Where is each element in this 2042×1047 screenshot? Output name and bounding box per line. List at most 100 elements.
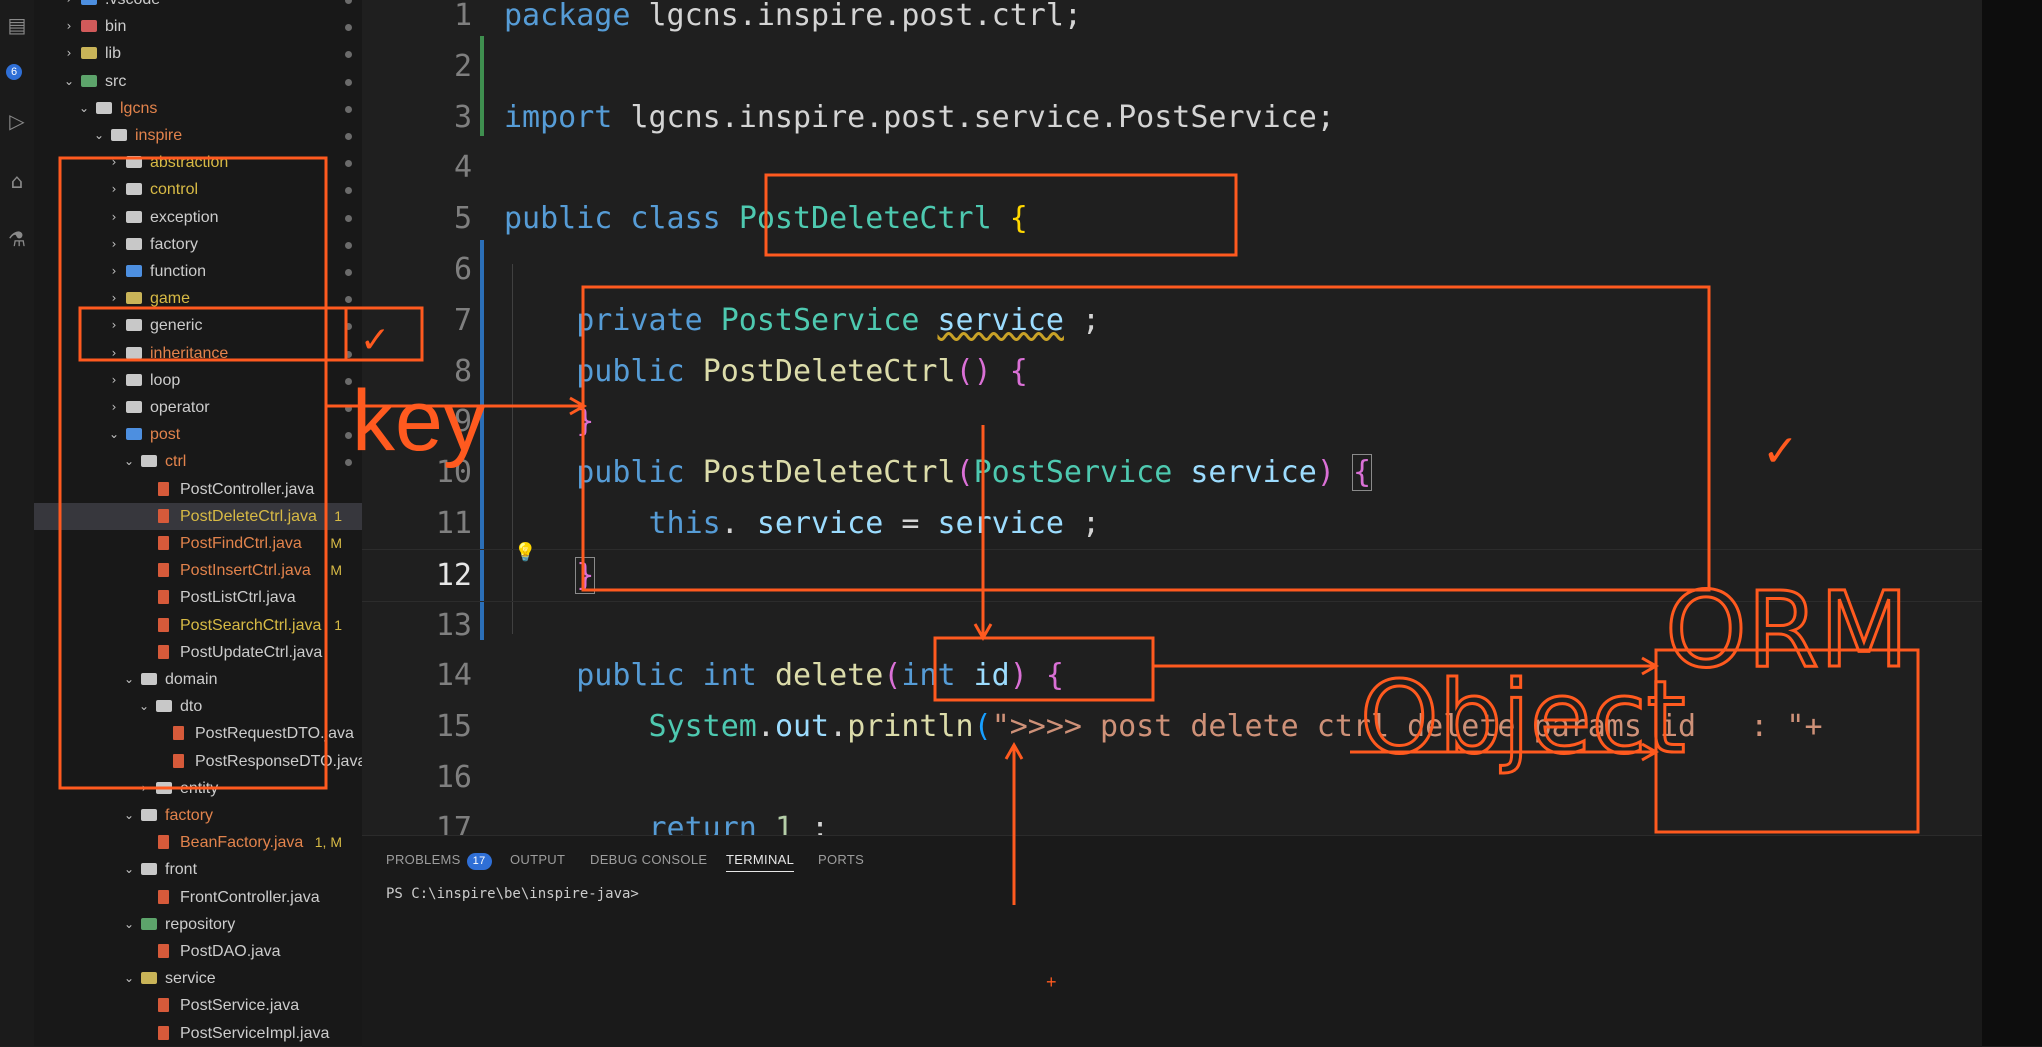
explorer-folder[interactable]: › bin [34,13,362,40]
explorer-folder[interactable]: › function [34,258,362,285]
explorer-folder[interactable]: › control [34,176,362,203]
extensions-icon[interactable]: ⌂ [6,170,28,192]
explorer-folder[interactable]: › game [34,285,362,312]
code-line[interactable]: 6 [362,244,1982,295]
explorer-folder[interactable]: ⌄ inspire [34,122,362,149]
chevron-right-icon[interactable]: › [108,312,120,339]
chevron-down-icon[interactable]: ⌄ [78,95,90,122]
code-text: private PostService service ; [504,295,1100,346]
explorer-file[interactable]: PostDeleteCtrl.java 1 [34,502,362,530]
explorer-sidebar: › .vscode › bin › lib ⌄ src ⌄ lgcns ⌄ inspire › abstr… [34,0,366,1047]
code-line[interactable]: 3 import lgcns.inspire.post.service.PostS… [362,92,1982,143]
testing-icon[interactable]: ⚗ [6,228,28,250]
explorer-folder[interactable]: › .vscode [34,0,362,13]
explorer-file[interactable]: PostListCtrl.java [34,584,362,611]
chevron-right-icon[interactable]: › [108,204,120,231]
explorer-folder[interactable]: ⌄ dto [34,693,362,720]
chevron-down-icon[interactable]: ⌄ [93,122,105,149]
chevron-right-icon[interactable]: › [108,258,120,285]
code-line[interactable]: 10 public PostDeleteCtrl(PostService ser… [362,447,1982,498]
code-text: return 1 ; [504,803,830,835]
code-line[interactable]: 7 private PostService service ; [362,295,1982,346]
explorer-folder[interactable]: › lib [34,40,362,67]
chevron-right-icon[interactable]: › [108,367,120,394]
chevron-right-icon[interactable]: › [108,149,120,176]
code-line[interactable]: 4 [362,142,1982,193]
tab-debug-console[interactable]: DEBUG CONSOLE [590,852,707,867]
explorer-file[interactable]: PostService.java [34,992,362,1019]
explorer-file[interactable]: PostSearchCtrl.java 1 [34,612,362,639]
tab-output[interactable]: OUTPUT [510,852,565,867]
code-editor[interactable]: 1 package lgcns.inspire.post.ctrl; 2 3 impor… [362,0,1982,835]
chevron-down-icon[interactable]: ⌄ [123,965,135,992]
explorer-folder[interactable]: › factory [34,231,362,258]
explorer-file[interactable]: PostDAO.java [34,938,362,965]
code-line[interactable]: 2 [362,41,1982,92]
explorer-item-label: PostServiceImpl.java [180,1024,330,1042]
explorer-file[interactable]: PostRequestDTO.java [34,720,362,747]
code-line[interactable]: 11 this. service = service ; [362,498,1982,549]
explorer-file[interactable]: PostController.java [34,476,362,503]
explorer-file[interactable]: PostServiceImpl.java [34,1020,362,1047]
chevron-down-icon[interactable]: ⌄ [123,448,135,475]
chevron-right-icon[interactable]: › [63,0,75,13]
tab-problems[interactable]: PROBLEMS 17 [386,852,492,870]
chevron-down-icon[interactable]: ⌄ [138,693,150,720]
explorer-folder[interactable]: › inheritance [34,340,362,367]
explorer-folder[interactable]: › generic [34,312,362,339]
lightbulb-icon[interactable]: 💡 [514,542,536,563]
files-icon[interactable]: ▤ [6,14,28,36]
code-line[interactable]: 8 public PostDeleteCtrl() { [362,346,1982,397]
chevron-right-icon[interactable]: › [108,340,120,367]
explorer-folder[interactable]: ⌄ lgcns [34,95,362,122]
code-token: return [648,810,775,835]
code-line[interactable]: 12 } [362,548,1982,602]
explorer-file[interactable]: PostInsertCtrl.java M [34,557,362,584]
code-line[interactable]: 5 public class PostDeleteCtrl { [362,193,1982,244]
explorer-file[interactable]: PostResponseDTO.java [34,748,366,775]
code-token: out [774,709,830,745]
explorer-folder[interactable]: ⌄ src [34,68,362,95]
chevron-right-icon[interactable]: › [108,285,120,312]
explorer-folder[interactable]: ⌄ post [34,421,362,448]
code-line[interactable]: 1 package lgcns.inspire.post.ctrl; [362,0,1982,41]
code-line[interactable]: 14 public int delete(int id) { [362,650,1982,701]
explorer-folder[interactable]: › exception [34,204,362,231]
code-line[interactable]: 17 return 1 ; [362,803,1982,835]
explorer-folder[interactable]: ⌄ service [34,965,362,992]
chevron-right-icon[interactable]: › [138,775,150,802]
tab-terminal[interactable]: TERMINAL [726,852,795,872]
chevron-right-icon[interactable]: › [63,13,75,40]
explorer-folder[interactable]: ⌄ ctrl [34,448,362,475]
explorer-folder[interactable]: › operator [34,394,362,421]
chevron-down-icon[interactable]: ⌄ [63,68,75,95]
code-token: lgcns.inspire.post.service.PostService; [630,99,1335,135]
code-line[interactable]: 16 [362,752,1982,803]
explorer-file[interactable]: PostUpdateCtrl.java [34,639,362,666]
terminal-prompt[interactable]: PS C:\inspire\be\inspire-java> [386,886,639,902]
chevron-down-icon[interactable]: ⌄ [108,421,120,448]
run-debug-icon[interactable]: ▷ [6,110,28,132]
code-line[interactable]: 13 [362,600,1982,651]
chevron-down-icon[interactable]: ⌄ [123,666,135,693]
tab-ports[interactable]: PORTS [818,852,864,867]
chevron-down-icon[interactable]: ⌄ [123,911,135,938]
chevron-down-icon[interactable]: ⌄ [123,802,135,829]
chevron-right-icon[interactable]: › [63,40,75,67]
explorer-file[interactable]: BeanFactory.java 1, M [34,829,362,856]
explorer-file[interactable]: FrontController.java [34,884,362,911]
explorer-folder[interactable]: › abstraction [34,149,362,176]
explorer-folder[interactable]: › loop [34,367,362,394]
explorer-folder[interactable]: ⌄ front [34,856,362,883]
explorer-folder[interactable]: › entity [34,775,362,802]
chevron-down-icon[interactable]: ⌄ [123,856,135,883]
code-line[interactable]: 9 } [362,396,1982,447]
code-line[interactable]: 15 System.out.println(">>>> post delete … [362,701,1982,752]
explorer-file[interactable]: PostFindCtrl.java M [34,530,362,557]
chevron-right-icon[interactable]: › [108,231,120,258]
explorer-folder[interactable]: ⌄ repository [34,911,362,938]
explorer-folder[interactable]: ⌄ domain [34,666,362,693]
chevron-right-icon[interactable]: › [108,176,120,203]
explorer-folder[interactable]: ⌄ factory [34,802,362,829]
chevron-right-icon[interactable]: › [108,394,120,421]
